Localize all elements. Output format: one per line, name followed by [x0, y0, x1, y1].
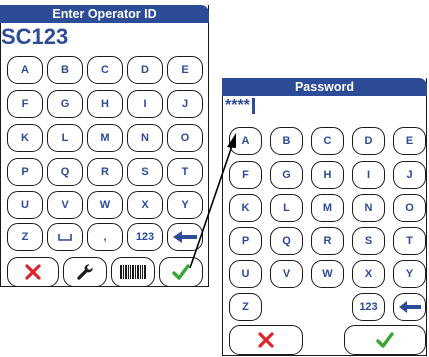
key-numeric-toggle[interactable]: 123 — [352, 293, 385, 321]
key-i[interactable]: I — [127, 90, 163, 118]
key-b[interactable]: B — [270, 127, 303, 155]
key-u[interactable]: U — [7, 191, 43, 219]
key-n[interactable]: N — [127, 124, 163, 152]
key-d[interactable]: D — [352, 127, 385, 155]
operator-id-value: SC123 — [1, 24, 69, 49]
key-m[interactable]: M — [311, 194, 344, 222]
cancel-icon — [258, 332, 274, 348]
key-s[interactable]: S — [127, 158, 163, 186]
key-k[interactable]: K — [229, 194, 262, 222]
key-z[interactable]: Z — [7, 223, 43, 251]
key-g[interactable]: G — [270, 161, 303, 189]
key-comma[interactable]: , — [87, 223, 123, 251]
key-r[interactable]: R — [87, 158, 123, 186]
confirm-button[interactable] — [159, 257, 203, 287]
key-m[interactable]: M — [87, 124, 123, 152]
key-t[interactable]: T — [167, 158, 203, 186]
key-c[interactable]: C — [311, 127, 344, 155]
key-p[interactable]: P — [7, 158, 43, 186]
key-f[interactable]: F — [229, 161, 262, 189]
password-screen: Password **** A B C D E F G H I J K L M … — [222, 78, 427, 356]
key-space[interactable] — [47, 223, 83, 251]
confirm-button[interactable] — [344, 325, 426, 355]
key-j[interactable]: J — [393, 161, 426, 189]
backspace-arrow-icon — [398, 301, 421, 313]
key-q[interactable]: Q — [47, 158, 83, 186]
key-v[interactable]: V — [270, 260, 303, 288]
key-a[interactable]: A — [229, 127, 262, 155]
cancel-button[interactable] — [229, 325, 303, 355]
key-j[interactable]: J — [167, 90, 203, 118]
key-i[interactable]: I — [352, 161, 385, 189]
key-e[interactable]: E — [167, 56, 203, 84]
password-value: **** — [225, 97, 250, 114]
key-y[interactable]: Y — [393, 260, 426, 288]
cancel-button[interactable] — [7, 257, 59, 287]
key-backspace[interactable] — [393, 293, 426, 321]
key-e[interactable]: E — [393, 127, 426, 155]
wrench-icon — [77, 264, 93, 280]
key-t[interactable]: T — [393, 227, 426, 255]
key-w[interactable]: W — [311, 260, 344, 288]
text-cursor — [251, 98, 255, 114]
key-g[interactable]: G — [47, 90, 83, 118]
key-n[interactable]: N — [352, 194, 385, 222]
key-l[interactable]: L — [270, 194, 303, 222]
key-p[interactable]: P — [229, 227, 262, 255]
key-d[interactable]: D — [127, 56, 163, 84]
key-s[interactable]: S — [352, 227, 385, 255]
password-entry[interactable]: **** — [225, 98, 255, 114]
key-u[interactable]: U — [229, 260, 262, 288]
barcode-icon — [120, 265, 146, 279]
key-h[interactable]: H — [311, 161, 344, 189]
key-o[interactable]: O — [167, 124, 203, 152]
key-h[interactable]: H — [87, 90, 123, 118]
key-x[interactable]: X — [127, 191, 163, 219]
password-title: Password — [222, 78, 427, 96]
key-r[interactable]: R — [311, 227, 344, 255]
cancel-icon — [25, 264, 41, 280]
backspace-arrow-icon — [173, 231, 197, 243]
key-z[interactable]: Z — [229, 293, 262, 321]
key-o[interactable]: O — [393, 194, 426, 222]
key-v[interactable]: V — [47, 191, 83, 219]
key-backspace[interactable] — [167, 223, 203, 251]
key-a[interactable]: A — [7, 56, 43, 84]
key-f[interactable]: F — [7, 90, 43, 118]
key-x[interactable]: X — [352, 260, 385, 288]
checkmark-icon — [376, 332, 394, 348]
checkmark-icon — [172, 264, 190, 280]
operator-id-screen: Enter Operator ID SC123 A B C D E F G H … — [0, 5, 209, 287]
settings-button[interactable] — [63, 257, 107, 287]
barcode-scan-button[interactable] — [111, 257, 155, 287]
key-y[interactable]: Y — [167, 191, 203, 219]
operator-id-entry[interactable]: SC123 — [1, 26, 68, 48]
operator-id-title: Enter Operator ID — [0, 5, 209, 23]
key-b[interactable]: B — [47, 56, 83, 84]
key-c[interactable]: C — [87, 56, 123, 84]
space-icon — [58, 234, 72, 241]
key-numeric-toggle[interactable]: 123 — [127, 223, 163, 251]
key-l[interactable]: L — [47, 124, 83, 152]
key-w[interactable]: W — [87, 191, 123, 219]
key-k[interactable]: K — [7, 124, 43, 152]
key-q[interactable]: Q — [270, 227, 303, 255]
